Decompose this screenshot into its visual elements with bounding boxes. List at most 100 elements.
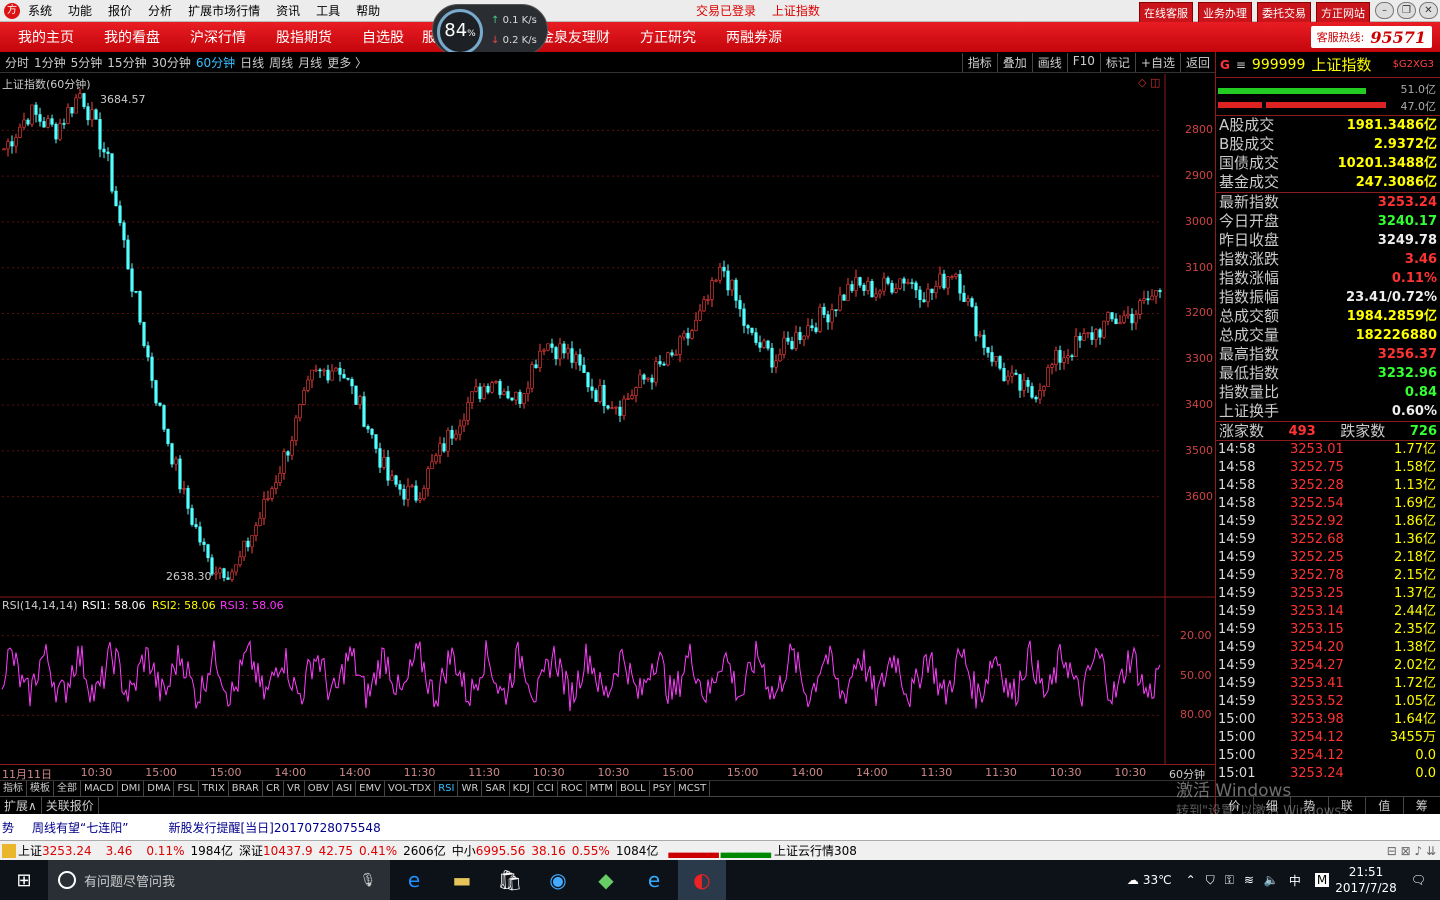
indicator-tab-obv[interactable]: OBV [305, 781, 333, 796]
ime-mode[interactable]: M [1314, 873, 1330, 887]
shield-icon[interactable]: ⛉ [1206, 873, 1215, 888]
indicator-tab-emv[interactable]: EMV [356, 781, 385, 796]
tool-back[interactable]: 返回 [1179, 53, 1215, 72]
chart-mode-icon[interactable]: ◇ ◫ [1138, 76, 1160, 89]
indicator-tab-dmi[interactable]: DMI [118, 781, 145, 796]
expand-tab[interactable]: 扩展∧ [0, 797, 42, 814]
menu-item-function[interactable]: 功能 [68, 2, 92, 19]
period-15min[interactable]: 15分钟 [107, 54, 146, 71]
online-service-button[interactable]: 在线客服 [1139, 2, 1193, 24]
indicator-tab-boll[interactable]: BOLL [617, 781, 650, 796]
period-tick[interactable]: 分时 [5, 54, 29, 71]
indicator-tab-全部[interactable]: 全部 [54, 781, 81, 796]
nav-futures[interactable]: 股指期货 [258, 27, 344, 47]
menu-item-help[interactable]: 帮助 [356, 2, 380, 19]
quote-tab[interactable]: 值 [1366, 797, 1404, 814]
menu-icon[interactable]: ≡ [1236, 58, 1246, 72]
indicator-tab-kdj[interactable]: KDJ [510, 781, 534, 796]
app-icon[interactable]: ◆ [582, 860, 630, 900]
tool-add-watch[interactable]: +自选 [1134, 53, 1180, 72]
windows-start-icon[interactable]: ⊞ [0, 860, 48, 900]
indicator-tab-cci[interactable]: CCI [534, 781, 558, 796]
ime-indicator[interactable]: 中 [1289, 872, 1301, 889]
menu-item-tools[interactable]: 工具 [316, 2, 340, 19]
indicator-tab-vr[interactable]: VR [284, 781, 305, 796]
tool-f10[interactable]: F10 [1066, 53, 1100, 72]
founder-app-icon[interactable]: ◐ [678, 860, 726, 900]
cloud-label[interactable]: 上证云行情308 [774, 842, 857, 859]
tool-overlay[interactable]: 叠加 [996, 53, 1032, 72]
indicator-tab-fsl[interactable]: FSL [174, 781, 199, 796]
trade-button[interactable]: 委托交易 [1257, 2, 1311, 24]
indicator-tab-brar[interactable]: BRAR [229, 781, 263, 796]
ticker-item-0[interactable]: 势 [2, 819, 14, 836]
period-1min[interactable]: 1分钟 [34, 54, 66, 71]
nav-market[interactable]: 沪深行情 [172, 27, 258, 47]
period-week[interactable]: 周线 [269, 54, 293, 71]
menu-item-ext-market[interactable]: 扩展市场行情 [188, 2, 260, 19]
menu-item-quote[interactable]: 报价 [108, 2, 132, 19]
indicator-tab-macd[interactable]: MACD [81, 781, 118, 796]
store-icon[interactable]: 🛍 [486, 860, 534, 900]
nav-watchlist[interactable]: 自选股 [344, 27, 416, 47]
quote-tab[interactable]: 筹 [1404, 797, 1440, 814]
indicator-tab-vol-tdx[interactable]: VOL-TDX [385, 781, 436, 796]
nav-margin[interactable]: 两融券源 [708, 27, 794, 47]
status-icons[interactable]: ⊟ ⊠ ♪ ⇊ [1387, 844, 1436, 858]
kline-chart[interactable]: 上证指数(60分钟) ◇ ◫ 3684.57 2638.30 RSI(14,14… [0, 74, 1215, 764]
browser-icon[interactable]: ◉ [534, 860, 582, 900]
indicator-tab-指标[interactable]: 指标 [0, 781, 27, 796]
indicator-tab-roc[interactable]: ROC [558, 781, 587, 796]
ticker-item-1[interactable]: 周线有望“七连阳” [32, 819, 128, 836]
indicator-tab-模板[interactable]: 模板 [27, 781, 54, 796]
ie-icon[interactable]: e [630, 860, 678, 900]
indicator-tab-mtm[interactable]: MTM [587, 781, 617, 796]
period-day[interactable]: 日线 [240, 54, 264, 71]
indicator-tab-trix[interactable]: TRIX [199, 781, 229, 796]
nav-my-watch[interactable]: 我的看盘 [86, 27, 172, 47]
weather-temp[interactable]: 33℃ [1143, 873, 1172, 887]
period-more[interactable]: 更多 〉 [327, 54, 367, 71]
menu-item-system[interactable]: 系统 [28, 2, 52, 19]
clock[interactable]: 21:51 2017/7/28 [1335, 864, 1397, 896]
ticker-item-2[interactable]: 新股发行提醒[当日]20170728075548 [168, 819, 380, 836]
indicator-tab-sar[interactable]: SAR [482, 781, 510, 796]
restore-icon[interactable]: ❐ [1397, 2, 1416, 19]
file-explorer-icon[interactable]: ▬ [438, 860, 486, 900]
wifi-icon[interactable]: ≋ [1244, 873, 1254, 887]
indicator-tab-dma[interactable]: DMA [144, 781, 175, 796]
volume-icon[interactable]: 🔈 [1264, 873, 1279, 887]
period-month[interactable]: 月线 [298, 54, 322, 71]
nav-research[interactable]: 方正研究 [622, 27, 708, 47]
business-button[interactable]: 业务办理 [1198, 2, 1252, 24]
indicator-tab-mcst[interactable]: MCST [675, 781, 711, 796]
tick-list[interactable]: 14:58 3253.01 1.77亿 14:58 3252.75 1.58亿 14:58 3… [1216, 441, 1440, 783]
indicator-tab-rsi[interactable]: RSI [435, 781, 459, 796]
website-button[interactable]: 方正网站 [1316, 2, 1370, 24]
menu-item-news[interactable]: 资讯 [276, 2, 300, 19]
edge-icon[interactable]: e [390, 860, 438, 900]
related-quote-tab[interactable]: 关联报价 [42, 797, 99, 814]
tool-indicator[interactable]: 指标 [961, 53, 997, 72]
network-speed-widget[interactable]: 84% ↑ 0.1 K/s ↓ 0.2 K/s [432, 4, 548, 56]
indicator-tab-psy[interactable]: PSY [650, 781, 676, 796]
chevron-up-icon[interactable]: ⌃ [1186, 873, 1196, 887]
close-icon[interactable]: ✕ [1419, 2, 1438, 19]
minimize-icon[interactable]: – [1375, 2, 1394, 19]
nav-my-home[interactable]: 我的主页 [0, 27, 86, 47]
cortana-search-box[interactable]: 有问题尽管问我 🎙 [48, 860, 390, 900]
microphone-icon[interactable]: 🎙 [359, 873, 376, 888]
menu-item-analysis[interactable]: 分析 [148, 2, 172, 19]
tool-mark[interactable]: 标记 [1099, 53, 1135, 72]
indicator-tab-cr[interactable]: CR [263, 781, 284, 796]
kline-svg[interactable] [0, 74, 1215, 764]
period-30min[interactable]: 30分钟 [152, 54, 191, 71]
period-5min[interactable]: 5分钟 [71, 54, 103, 71]
nav-finance[interactable]: 金泉友理财 [536, 27, 622, 47]
period-60min[interactable]: 60分钟 [196, 54, 235, 71]
network-icon[interactable]: ⚿ [1225, 873, 1234, 888]
indicator-tab-wr[interactable]: WR [458, 781, 483, 796]
indicator-tab-asi[interactable]: ASI [333, 781, 357, 796]
tool-draw[interactable]: 画线 [1031, 53, 1067, 72]
notification-icon[interactable]: 🗨 [1411, 873, 1426, 887]
